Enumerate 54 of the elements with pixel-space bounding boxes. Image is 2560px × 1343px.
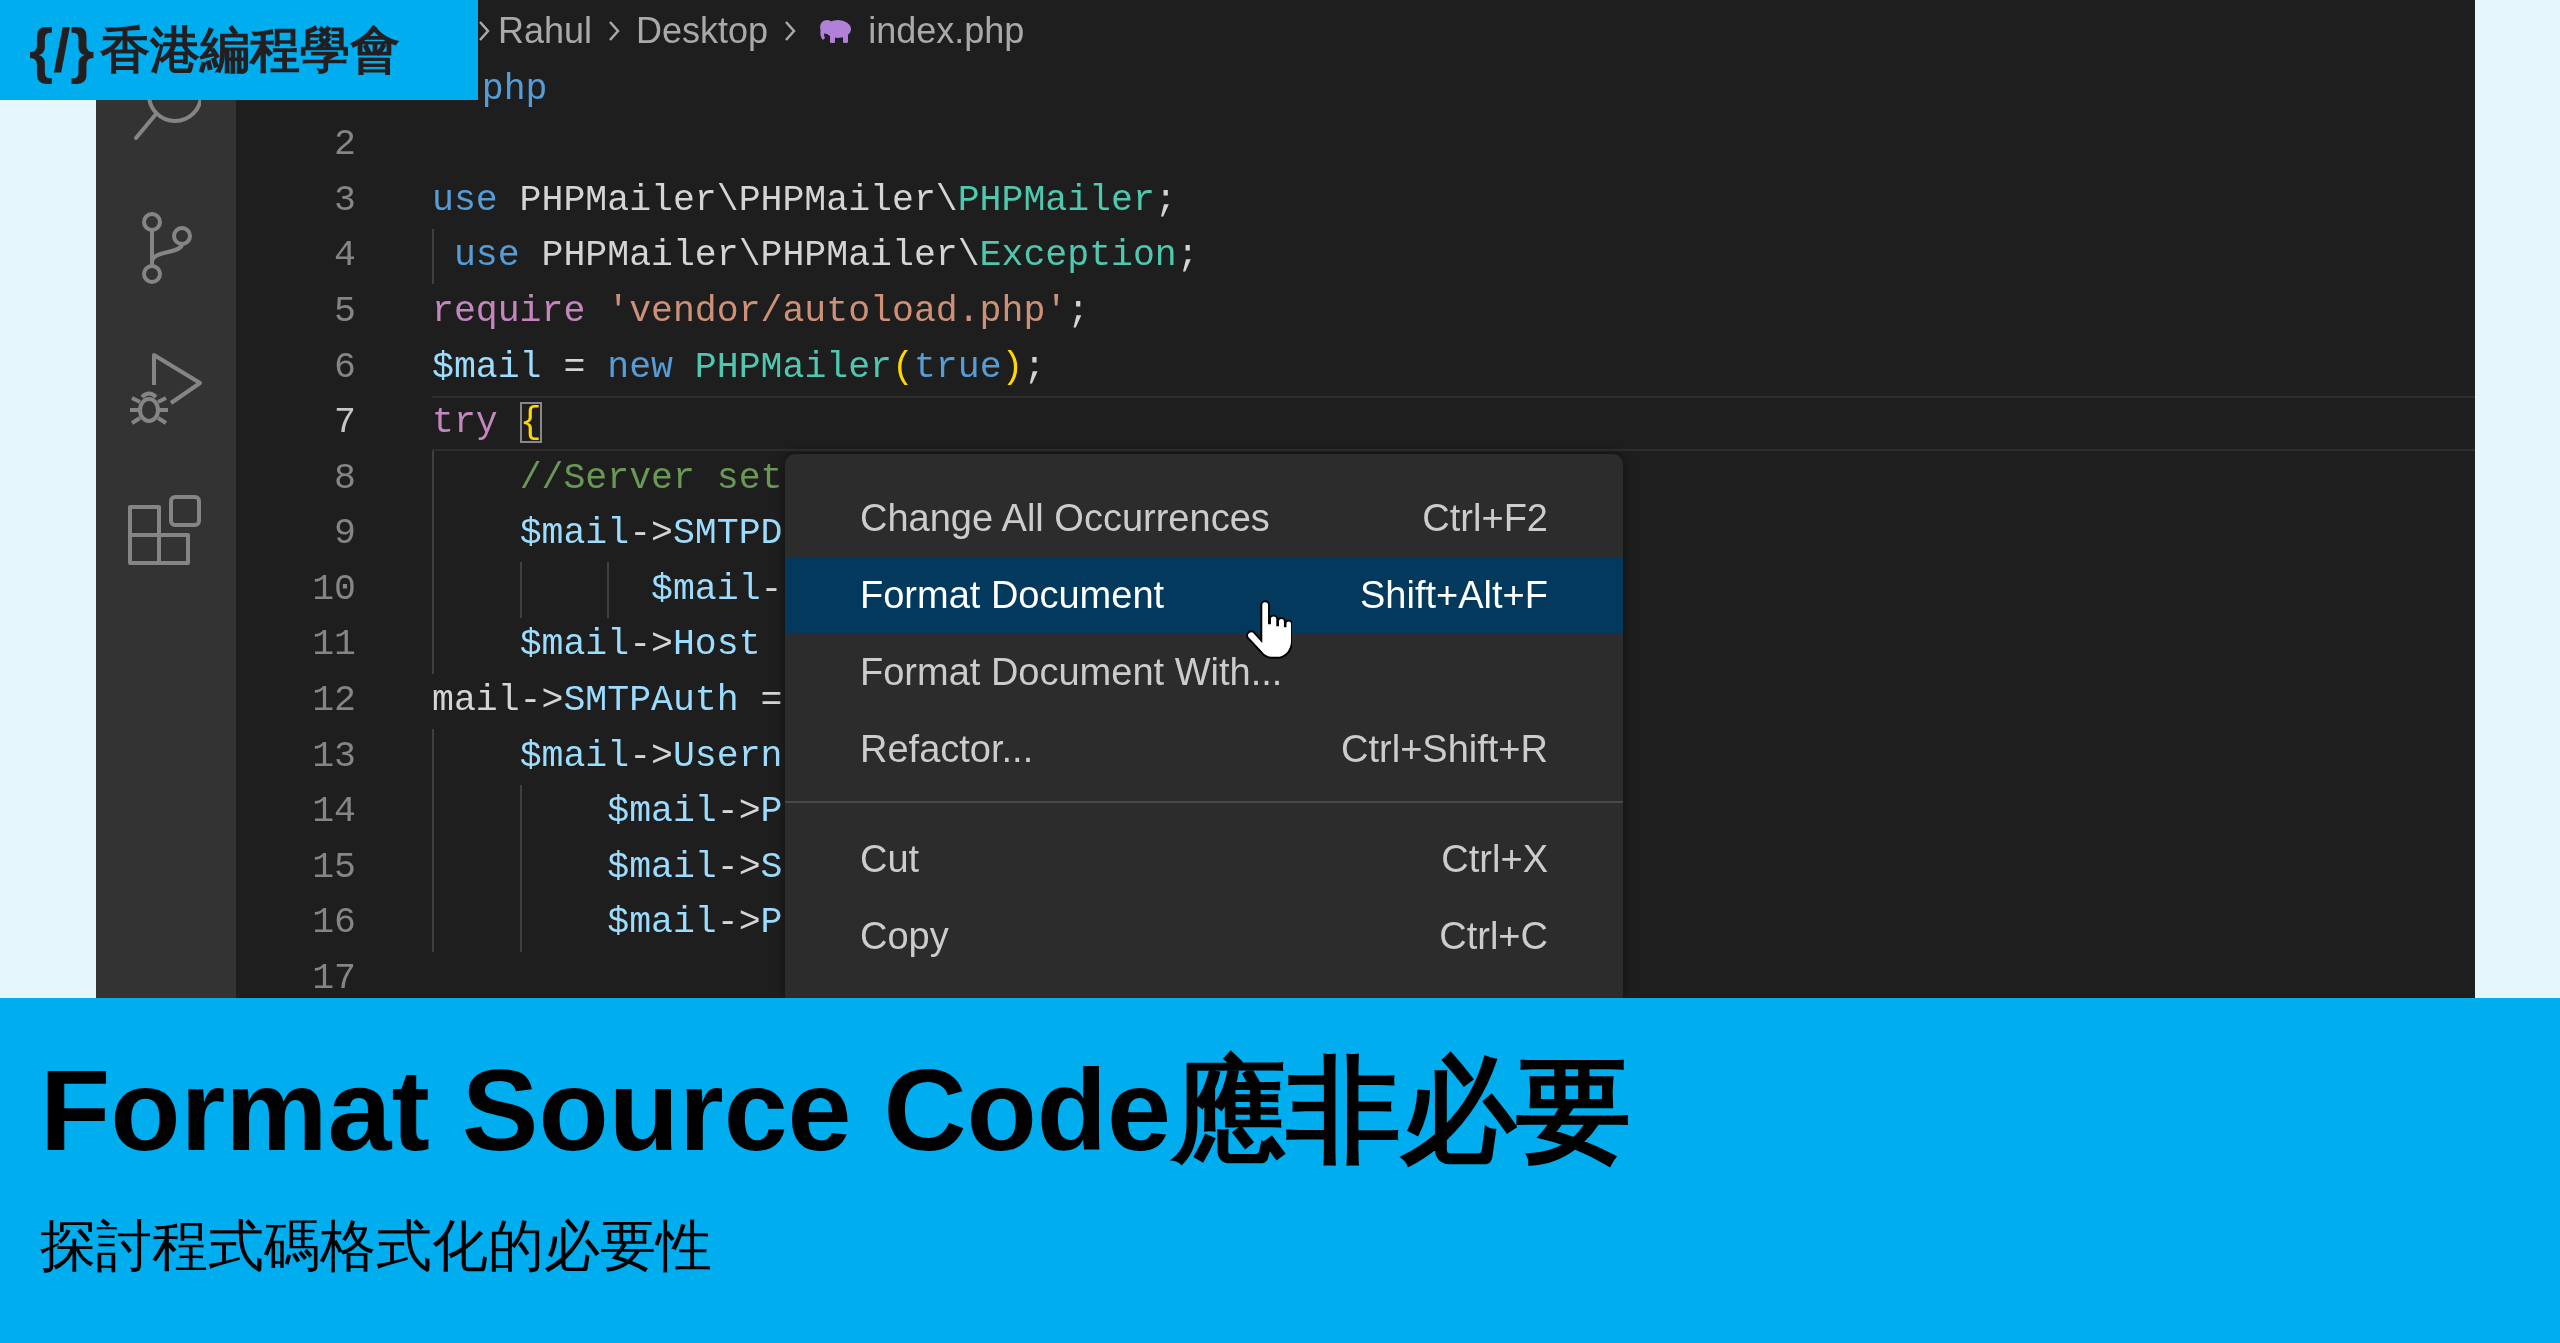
line-number: 5 [333, 293, 356, 331]
keyboard-shortcut: Shift+Alt+F [1360, 574, 1548, 617]
headline: Format Source Code應非必要 [40, 1045, 1632, 1176]
code-line: //Server set [519, 460, 783, 498]
line-number: 14 [311, 794, 356, 831]
keyboard-shortcut: Ctrl+F2 [1422, 497, 1548, 540]
breadcrumb-item[interactable]: Desktop [636, 13, 769, 49]
chevron-icon [784, 20, 797, 42]
subtitle: 探討程式碼格式化的必要性 [40, 1213, 712, 1279]
menu-item[interactable]: Refactor... Ctrl+Shift+R [785, 711, 1623, 788]
line-number: 17 [311, 961, 356, 998]
line-number: 11 [311, 627, 356, 664]
line-number: 2 [333, 127, 356, 164]
line-number: 7 [333, 405, 356, 442]
breadcrumb-item[interactable]: index.php [868, 13, 1025, 49]
menu-item[interactable]: Change All Occurrences Ctrl+F2 [785, 480, 1623, 557]
code-line: $mail->Host [519, 627, 761, 664]
code-line: $mail->S [607, 849, 783, 887]
menu-item[interactable]: Copy Ctrl+C [785, 898, 1623, 975]
code-line: mail->SMTPAuth = [432, 683, 783, 720]
line-number: 8 [333, 460, 356, 498]
menu-item[interactable]: Format Document With... [785, 634, 1623, 711]
keyboard-shortcut: Ctrl+Shift+R [1341, 728, 1548, 771]
code-line: require 'vendor/autoload.php'; [432, 293, 1090, 331]
code-line: $mail->Usern [519, 738, 783, 776]
menu-item[interactable]: Format Document Shift+Alt+F [785, 557, 1623, 634]
code-line: use PHPMailer\PHPMailer\Exception; [453, 238, 1199, 275]
line-number: 13 [311, 738, 356, 776]
line-number: 12 [311, 683, 356, 720]
code-line: $mail->SMTPD [519, 516, 783, 553]
line-number: 6 [333, 349, 356, 386]
code-line: $mail = new PHPMailer(true); [432, 349, 1046, 386]
chevron-icon [478, 20, 490, 42]
extensions-icon[interactable] [128, 494, 204, 566]
line-number: 10 [311, 571, 356, 609]
code-line: php [481, 71, 548, 109]
menu-item[interactable]: Cut Ctrl+X [785, 821, 1623, 898]
code-line: $mail->P [607, 905, 783, 942]
keyboard-shortcut: Ctrl+C [1439, 915, 1548, 958]
code-line: $mail->P [607, 794, 783, 831]
line-number: 16 [311, 905, 356, 942]
code-line: $mail- [651, 571, 783, 609]
code-line: try { [432, 405, 542, 442]
code-line: use PHPMailer\PHPMailer\PHPMailer; [432, 182, 1177, 220]
search-icon[interactable] [131, 100, 201, 142]
line-number: 3 [333, 182, 356, 220]
keyboard-shortcut: Ctrl+X [1441, 838, 1548, 881]
elephant-icon [818, 18, 853, 44]
logo-text: 香港編程學會 [100, 25, 401, 75]
line-number: 4 [333, 238, 356, 275]
line-number: 9 [333, 516, 356, 553]
line-number: 15 [311, 849, 356, 887]
breadcrumb-item[interactable]: Rahul [498, 13, 593, 49]
chevron-icon [608, 20, 621, 42]
